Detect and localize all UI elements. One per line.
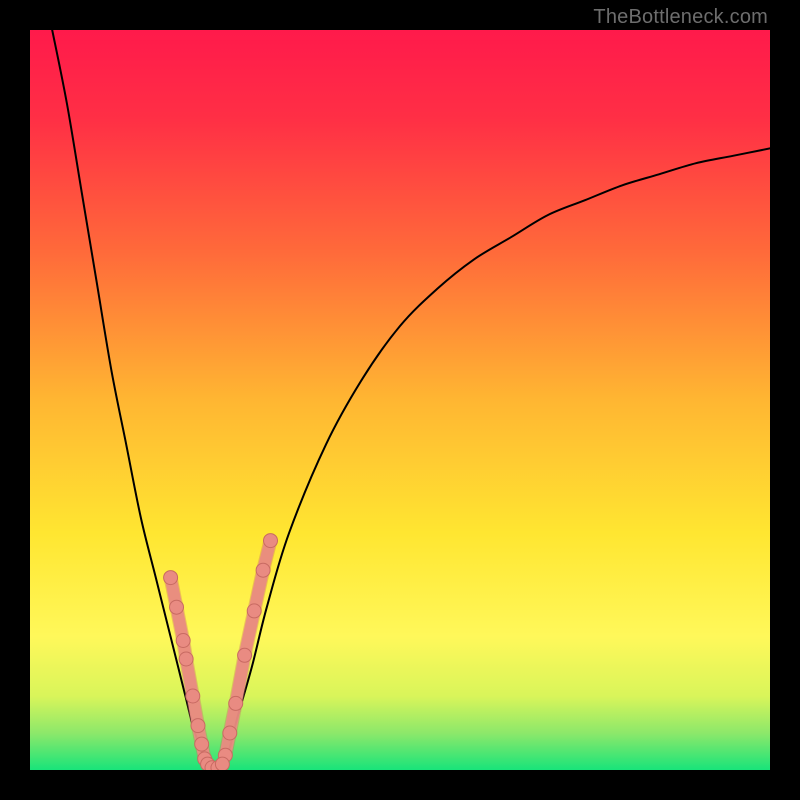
plot-area (30, 30, 770, 770)
marker-dot (264, 534, 278, 548)
chart-stage: TheBottleneck.com (0, 0, 800, 800)
watermark-text: TheBottleneck.com (593, 6, 768, 29)
marker-dot (164, 571, 178, 585)
marker-dot (238, 648, 252, 662)
marker-dot (170, 600, 184, 614)
curve-right-branch (224, 148, 770, 762)
curve-layer (30, 30, 770, 770)
marker-dot (176, 634, 190, 648)
marker-dot (247, 604, 261, 618)
marker-dot (215, 757, 229, 770)
marker-dot (179, 652, 193, 666)
marker-dot (229, 696, 243, 710)
marker-dot (195, 737, 209, 751)
marker-dot (223, 726, 237, 740)
marker-dot (256, 563, 270, 577)
marker-dot (186, 689, 200, 703)
marker-dot (191, 719, 205, 733)
